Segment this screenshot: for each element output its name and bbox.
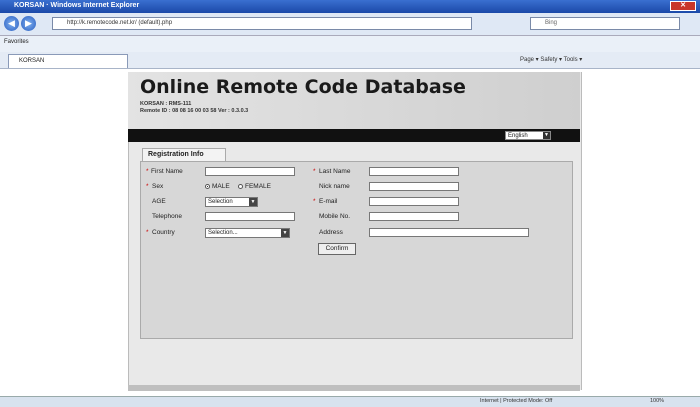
language-value: English xyxy=(508,133,528,139)
telephone-label: Telephone xyxy=(152,213,182,220)
nick-name-label: Nick name xyxy=(319,183,350,190)
mobile-label: Mobile No. xyxy=(319,213,351,220)
country-label: Country xyxy=(152,229,175,236)
chevron-down-icon: ▼ xyxy=(249,198,257,206)
language-select[interactable]: English ▼ xyxy=(505,131,551,140)
age-label: AGE xyxy=(152,198,166,205)
tab-row: KORSAN Page ▾ Safety ▾ Tools ▾ xyxy=(0,52,700,69)
favorites-button[interactable]: Favorites xyxy=(4,39,29,45)
close-window-button[interactable]: ✕ xyxy=(670,1,696,11)
male-label: MALE xyxy=(212,183,230,190)
remote-id: Remote ID : 08 08 16 00 03 58 Ver : 0.3.… xyxy=(140,108,249,114)
first-name-label: First Name xyxy=(151,168,183,175)
search-placeholder: Bing xyxy=(545,20,558,26)
confirm-button[interactable]: Confirm xyxy=(318,243,356,255)
required-marker: * xyxy=(146,168,149,175)
favorites-bar: Favorites xyxy=(0,36,700,53)
last-name-label: Last Name xyxy=(319,168,351,175)
address-bar-row: ◀ ▶ http://k.remotecode.net.kr/ (default… xyxy=(0,13,700,36)
country-value: Selection... xyxy=(208,230,238,236)
browser-tab[interactable]: KORSAN xyxy=(8,54,128,68)
search-input[interactable]: Bing xyxy=(530,17,680,30)
address-label: Address xyxy=(319,229,343,236)
tab-registration-info[interactable]: Registration Info xyxy=(142,148,226,161)
age-value: Selection xyxy=(208,199,233,205)
horizontal-scrollbar[interactable] xyxy=(128,385,580,391)
required-marker: * xyxy=(313,168,316,175)
address-field-input[interactable] xyxy=(369,228,529,237)
mobile-field[interactable] xyxy=(369,212,459,221)
forward-icon[interactable]: ▶ xyxy=(21,16,36,31)
email-field[interactable] xyxy=(369,197,459,206)
device-model: KORSAN : RMS-111 xyxy=(140,101,192,107)
telephone-field[interactable] xyxy=(205,212,295,221)
first-name-field[interactable] xyxy=(205,167,295,176)
nick-name-field[interactable] xyxy=(369,182,459,191)
page-title: Online Remote Code Database xyxy=(140,76,466,98)
female-radio[interactable] xyxy=(238,184,243,189)
country-select[interactable]: Selection... ▼ xyxy=(205,228,290,238)
security-zone: Internet | Protected Mode: Off xyxy=(480,398,553,404)
age-select[interactable]: Selection ▼ xyxy=(205,197,258,207)
female-label: FEMALE xyxy=(245,183,272,190)
email-label: E-mail xyxy=(319,198,338,205)
required-marker: * xyxy=(146,229,149,236)
last-name-field[interactable] xyxy=(369,167,459,176)
chevron-down-icon: ▼ xyxy=(281,229,289,237)
window-title: KORSAN · Windows Internet Explorer xyxy=(14,2,140,9)
window-title-bar: KORSAN · Windows Internet Explorer ✕ xyxy=(0,0,700,13)
address-field[interactable]: http://k.remotecode.net.kr/ (default).ph… xyxy=(52,17,472,30)
sex-label: Sex xyxy=(152,183,164,190)
status-bar: Internet | Protected Mode: Off 100% xyxy=(0,396,700,407)
command-bar[interactable]: Page ▾ Safety ▾ Tools ▾ xyxy=(520,56,582,63)
zoom-level[interactable]: 100% xyxy=(650,398,664,404)
address-text: http://k.remotecode.net.kr/ (default).ph… xyxy=(67,20,173,26)
back-icon[interactable]: ◀ xyxy=(4,16,19,31)
required-marker: * xyxy=(146,183,149,190)
chevron-down-icon: ▼ xyxy=(543,132,550,139)
male-radio[interactable] xyxy=(205,184,210,189)
required-marker: * xyxy=(313,198,316,205)
